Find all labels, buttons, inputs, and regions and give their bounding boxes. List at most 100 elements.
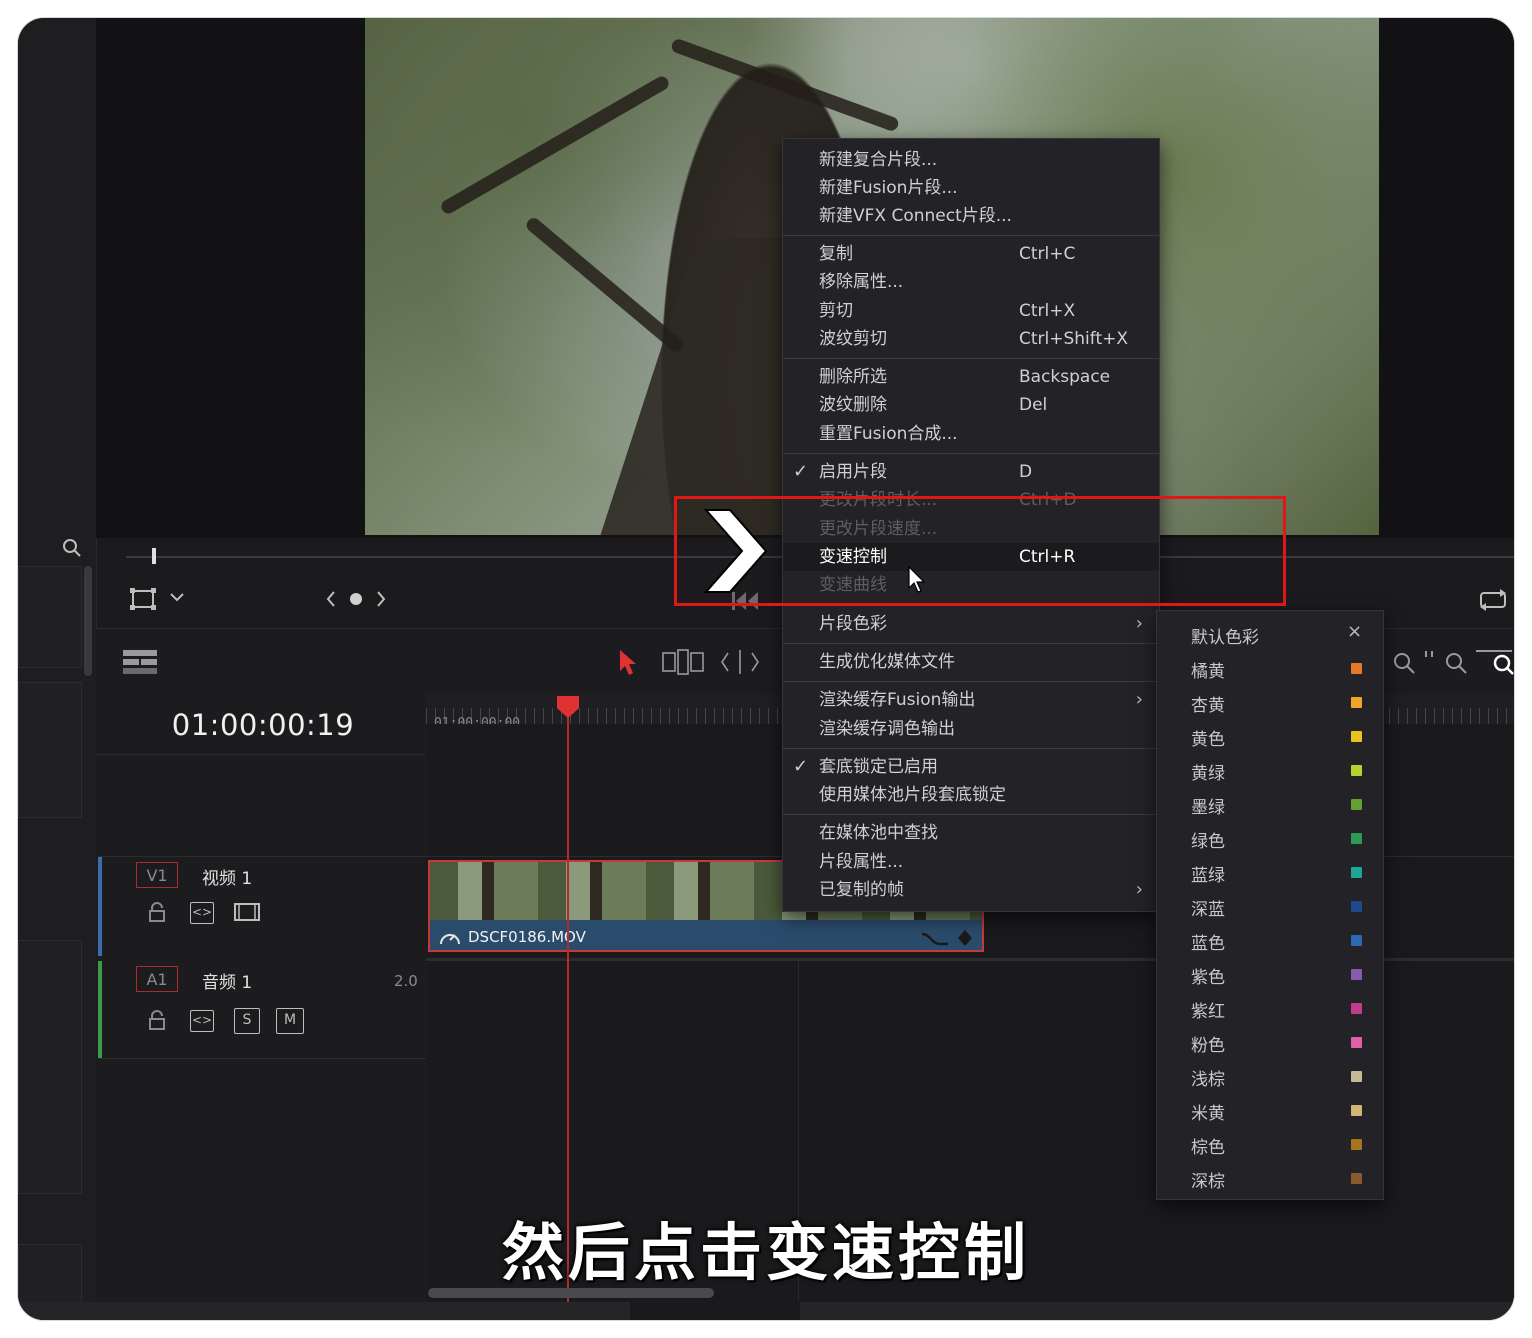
video-track-name[interactable]: 视频 1 <box>202 864 252 889</box>
color-name: 绿色 <box>1191 832 1225 852</box>
menu-item[interactable]: 渲染缓存Fusion输出 › <box>783 686 1159 714</box>
menu-item[interactable]: 新建Fusion片段... <box>783 174 1159 202</box>
search-icon[interactable] <box>62 538 82 558</box>
checkmark-icon: ✓ <box>793 756 809 777</box>
mute-button[interactable]: M <box>276 1008 304 1034</box>
color-swatch <box>1351 901 1362 912</box>
color-swatch-item[interactable]: 棕色 <box>1157 1127 1383 1161</box>
menu-item[interactable]: 移除属性... <box>783 268 1159 296</box>
color-swatch <box>1351 697 1362 708</box>
menu-item[interactable]: ✓ 启用片段 D <box>783 458 1159 486</box>
color-name: 紫红 <box>1191 1002 1225 1022</box>
menu-item[interactable]: 已复制的帧 › <box>783 876 1159 904</box>
menu-item[interactable]: 复制 Ctrl+C <box>783 240 1159 268</box>
color-swatch <box>1351 969 1362 980</box>
solo-button[interactable]: S <box>234 1008 260 1034</box>
color-swatch-item[interactable]: 墨绿 <box>1157 787 1383 821</box>
menu-item[interactable]: 渲染缓存调色输出 <box>783 715 1159 743</box>
color-name: 深蓝 <box>1191 900 1225 920</box>
audio-track-name[interactable]: 音频 1 <box>202 968 252 993</box>
color-swatch-item[interactable]: 绿色 <box>1157 821 1383 855</box>
chevron-down-icon[interactable] <box>170 592 184 602</box>
color-name: 蓝绿 <box>1191 866 1225 886</box>
color-name: 浅棕 <box>1191 1070 1225 1090</box>
menu-item[interactable]: 在媒体池中查找 <box>783 819 1159 847</box>
menu-separator <box>783 814 1159 815</box>
menu-item[interactable]: 波纹剪切 Ctrl+Shift+X <box>783 325 1159 353</box>
color-swatch-item[interactable]: 黄色 <box>1157 719 1383 753</box>
scrollbar[interactable] <box>84 566 92 676</box>
zoom-custom-icon[interactable] <box>1474 647 1514 675</box>
zoom-detail-icon[interactable] <box>1424 647 1470 675</box>
divider <box>98 856 426 857</box>
page-tabs-bar <box>18 1302 1514 1320</box>
keyframe-icon[interactable] <box>956 928 974 948</box>
timecode-display[interactable]: 01:00:00:19 <box>118 708 408 742</box>
menu-item[interactable]: 新建复合片段... <box>783 146 1159 174</box>
selection-tool-icon[interactable] <box>618 649 638 677</box>
color-swatch <box>1351 935 1362 946</box>
menu-item[interactable]: 片段属性... <box>783 848 1159 876</box>
submenu-item-default-color[interactable]: 默认色彩 × <box>1157 617 1383 651</box>
chevron-right-icon <box>703 509 768 593</box>
color-swatch-item[interactable]: 米黄 <box>1157 1093 1383 1127</box>
color-swatch-item[interactable]: 紫红 <box>1157 991 1383 1025</box>
color-name: 蓝色 <box>1191 934 1225 954</box>
color-swatch-item[interactable]: 浅棕 <box>1157 1059 1383 1093</box>
branch-shape <box>669 37 901 133</box>
color-swatch-item[interactable]: 深棕 <box>1157 1161 1383 1195</box>
color-name: 杏黄 <box>1191 696 1225 716</box>
branch-shape <box>438 73 672 217</box>
color-swatch-item[interactable]: 黄绿 <box>1157 753 1383 787</box>
menu-separator <box>783 748 1159 749</box>
transform-icon[interactable] <box>130 588 156 610</box>
color-swatch-item[interactable]: 橘黄 <box>1157 651 1383 685</box>
menu-item[interactable]: 剪切 Ctrl+X <box>783 297 1159 325</box>
video-output-icon[interactable] <box>234 902 260 922</box>
menu-item[interactable]: ✓ 套底锁定已启用 <box>783 753 1159 781</box>
speed-change-icon <box>440 934 460 945</box>
lock-icon[interactable] <box>148 902 166 922</box>
divider <box>98 1058 426 1059</box>
menu-item[interactable]: 生成优化媒体文件 <box>783 648 1159 676</box>
color-swatch-item[interactable]: 深蓝 <box>1157 889 1383 923</box>
page-tab-edit[interactable] <box>630 1302 800 1320</box>
divider <box>96 754 426 755</box>
color-swatch <box>1351 799 1362 810</box>
menu-item[interactable]: 使用媒体池片段套底锁定 <box>783 781 1159 809</box>
menu-item[interactable]: 删除所选 Backspace <box>783 363 1159 391</box>
prev-next-clip-icon[interactable] <box>326 590 386 608</box>
media-bin-block <box>18 682 82 818</box>
speed-curve-icon[interactable] <box>920 928 950 948</box>
close-icon[interactable]: × <box>1347 621 1362 642</box>
color-swatch-item[interactable]: 蓝绿 <box>1157 855 1383 889</box>
color-swatch-item[interactable]: 蓝色 <box>1157 923 1383 957</box>
color-swatch-item[interactable]: 杏黄 <box>1157 685 1383 719</box>
menu-item[interactable]: 片段色彩 › <box>783 610 1159 638</box>
timeline-view-options-icon[interactable] <box>122 649 158 675</box>
media-bin-block <box>18 566 82 668</box>
color-swatch <box>1351 731 1362 742</box>
menu-item[interactable]: 重置Fusion合成... <box>783 420 1159 448</box>
subtitle-caption: 然后点击变速控制 <box>501 1216 1030 1289</box>
auto-track-select-icon[interactable]: <> <box>190 902 214 924</box>
media-panel-strip <box>18 18 97 1320</box>
menu-item[interactable]: 波纹删除 Del <box>783 391 1159 419</box>
color-swatch-item[interactable]: 粉色 <box>1157 1025 1383 1059</box>
trim-edit-icon[interactable] <box>662 649 704 675</box>
color-swatch-item[interactable]: 紫色 <box>1157 957 1383 991</box>
branch-shape <box>523 215 687 355</box>
video-track-badge[interactable]: V1 <box>136 862 178 888</box>
scrubber-playhead[interactable] <box>152 548 156 564</box>
audio-track-badge[interactable]: A1 <box>136 966 178 992</box>
color-name: 粉色 <box>1191 1036 1225 1056</box>
lock-icon[interactable] <box>148 1010 166 1030</box>
clip-color-submenu: 默认色彩 × 橘黄杏黄黄色黄绿 墨绿绿色蓝绿深蓝蓝色紫色紫红粉色浅棕米黄 棕色 深棕 <box>1156 610 1384 1200</box>
menu-item[interactable]: 新建VFX Connect片段... <box>783 202 1159 230</box>
chevron-right-icon: › <box>1135 689 1143 710</box>
color-name: 黄色 <box>1191 730 1225 750</box>
auto-track-select-icon[interactable]: <> <box>190 1010 214 1032</box>
color-swatch <box>1351 1105 1362 1116</box>
dynamic-trim-icon[interactable] <box>720 649 760 675</box>
loop-icon[interactable] <box>1478 588 1508 612</box>
